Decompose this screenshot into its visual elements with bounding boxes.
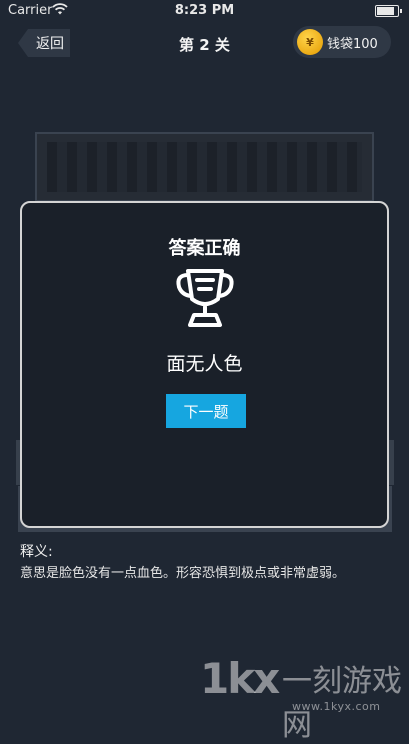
wallet-label: 钱袋100 [327,36,378,52]
correct-answer-dialog: 答案正确 面无人色 下一题 [20,201,389,528]
wallet-button[interactable]: ¥ 钱袋100 [293,26,391,58]
meaning-label: 释义: [20,544,53,560]
battery-icon [375,5,402,17]
trophy-icon [176,269,234,327]
next-question-button[interactable]: 下一题 [166,394,246,428]
watermark-logo: 1kx [200,654,280,703]
image-board [35,132,374,202]
answer-idiom: 面无人色 [166,353,243,375]
status-bar: Carrier 8:23 PM [0,0,409,22]
watermark: 1kx 一刻游戏网 www.1kyx.com [200,650,409,743]
coin-icon: ¥ [297,29,323,55]
meaning-text: 意思是脸色没有一点血色。形容恐惧到极点或非常虚弱。 [20,566,346,581]
watermark-url: www.1kyx.com [292,700,381,713]
status-time: 8:23 PM [174,3,235,18]
nav-bar: 返回 第 2 关 ¥ 钱袋100 [0,22,409,66]
dialog-title: 答案正确 [168,238,241,259]
